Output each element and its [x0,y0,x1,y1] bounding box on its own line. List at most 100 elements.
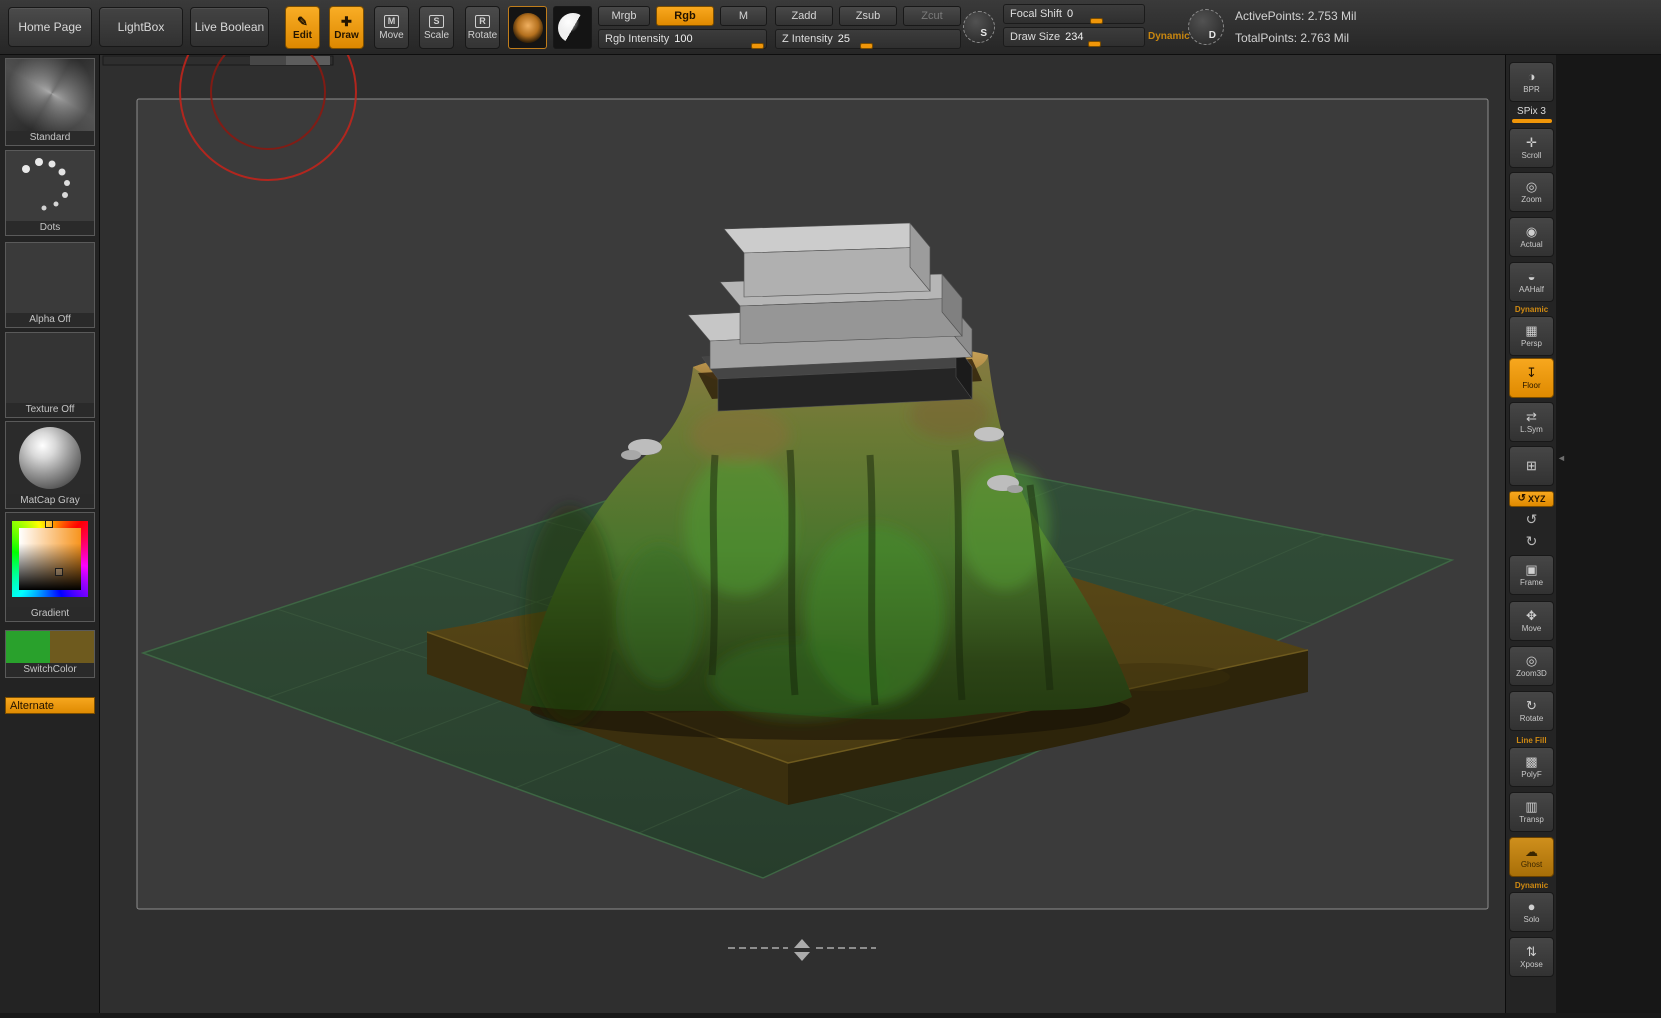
current-brush-thumbnail[interactable] [508,6,547,49]
matcap-sphere-icon [6,422,94,494]
spix-handle[interactable] [1512,119,1552,123]
rgb-intensity-slider[interactable]: Rgb Intensity 100 [598,29,767,49]
local-pivot-button[interactable]: ⊞ [1509,446,1554,486]
edit-button[interactable]: ✎ Edit [285,6,320,49]
home-page-button[interactable]: Home Page [8,7,92,47]
dynamic-label: Dynamic [1148,31,1190,42]
frame-label: Frame [1520,578,1543,587]
alternate-button[interactable]: Alternate [5,697,95,714]
rotate-icon: R [475,15,490,28]
switch-color-widget[interactable]: SwitchColor [5,630,95,678]
saturation-square[interactable] [19,528,81,590]
actual-label: Actual [1520,240,1542,249]
local-pivot-icon: ⊞ [1526,459,1537,473]
transp-button[interactable]: ▥ Transp [1509,792,1554,832]
depth-dial[interactable]: D [1188,9,1224,45]
actual-size-button[interactable]: ◉ Actual [1509,217,1554,257]
scale-icon: S [429,15,444,28]
zoom3d-button[interactable]: ◎ Zoom3D [1509,646,1554,686]
xpose-label: Xpose [1520,960,1543,969]
zcut-button[interactable]: Zcut [903,6,961,26]
ghost-button[interactable]: ☁ Ghost [1509,837,1554,877]
z-intensity-slider[interactable]: Z Intensity 25 [775,29,961,49]
material-picker[interactable]: MatCap Gray [5,421,95,509]
zsub-button[interactable]: Zsub [839,6,897,26]
draw-size-label: Draw Size [1010,31,1060,43]
frame-button[interactable]: ▣ Frame [1509,555,1554,595]
zoom-canvas-button[interactable]: ◎ Zoom [1509,172,1554,212]
scroll-button[interactable]: ✛ Scroll [1509,128,1554,168]
move-canvas-button[interactable]: ✥ Move [1509,601,1554,641]
color-picker[interactable]: Gradient [5,512,95,622]
dots-stroke-label: Dots [6,221,94,235]
focal-shift-label: Focal Shift [1010,8,1062,20]
floor-button[interactable]: ↧ Floor [1509,358,1554,398]
floor-arrow-icon: ↧ [1526,366,1537,380]
rotate-ccw-button[interactable]: ↺ [1509,509,1554,529]
main-color-swatch[interactable] [6,631,50,663]
aahalf-button[interactable]: ◒ AAHalf [1509,262,1554,302]
ghost-label: Ghost [1521,860,1542,869]
persp-dynamic-label: Dynamic [1506,305,1557,314]
edit-icon: ✎ [297,15,308,28]
rgb-button[interactable]: Rgb [656,6,714,26]
rotate-cw-button[interactable]: ↻ [1509,531,1554,551]
zadd-button[interactable]: Zadd [775,6,833,26]
rotate-ccw-icon: ↺ [1526,511,1538,528]
stroke-picker-dots[interactable]: Dots [5,150,95,236]
move-button[interactable]: M Move [374,6,409,49]
rgb-intensity-value: 100 [674,33,692,45]
lsym-button[interactable]: ⇄ L.Sym [1509,402,1554,442]
bpr-button[interactable]: ◑ BPR [1509,62,1554,102]
alpha-off-icon [6,243,94,313]
xpose-button[interactable]: ⇅ Xpose [1509,937,1554,977]
hand-scroll-icon: ✛ [1526,136,1537,150]
z-intensity-value: 25 [838,33,850,45]
solo-button[interactable]: ● Solo [1509,892,1554,932]
viewport-canvas[interactable] [100,55,1505,1013]
hue-ring[interactable] [12,521,88,597]
focal-shift-slider[interactable]: Focal Shift 0 [1003,4,1145,24]
persp-grid-icon: ▦ [1525,324,1537,338]
dots-stroke-icon [6,151,94,221]
draw-size-slider[interactable]: Draw Size 234 [1003,27,1145,47]
total-points-readout: TotalPoints: 2.763 Mil [1235,31,1349,45]
tray-divider-arrow-icon[interactable]: ◄ [1557,453,1566,463]
live-boolean-button[interactable]: Live Boolean [190,7,269,47]
texture-picker[interactable]: Texture Off [5,332,95,418]
lightbox-button[interactable]: LightBox [99,7,183,47]
lsym-arrows-icon: ⇄ [1526,410,1537,424]
xyz-button[interactable]: ↺ XYZ [1509,491,1554,507]
mrgb-button[interactable]: Mrgb [598,6,650,26]
scale-button[interactable]: S Scale [419,6,454,49]
rotate-canvas-button[interactable]: ↻ Rotate [1509,691,1554,731]
stroke-dial[interactable]: S [963,11,995,43]
draw-size-handle[interactable] [1088,41,1101,47]
texture-off-icon [6,333,94,403]
solo-label: Solo [1523,915,1539,924]
color-selector[interactable] [55,568,63,576]
focal-shift-handle[interactable] [1090,18,1103,24]
brush-picker-standard[interactable]: Standard [5,58,95,146]
persp-button[interactable]: ▦ Persp [1509,316,1554,356]
hue-selector[interactable] [45,520,53,528]
bpr-label: BPR [1523,85,1539,94]
m-button[interactable]: M [720,6,767,26]
draw-button[interactable]: ✚ Draw [329,6,364,49]
secondary-color-swatch[interactable] [50,631,94,663]
spix-slider[interactable]: SPix 3 [1509,106,1554,123]
edit-label: Edit [293,30,312,41]
brush-icon [513,13,543,43]
scale-label: Scale [424,30,449,41]
alpha-picker[interactable]: Alpha Off [5,242,95,328]
rgb-intensity-handle[interactable] [751,43,764,49]
zoom3d-label: Zoom3D [1516,669,1547,678]
solo-sphere-icon: ● [1528,900,1536,914]
transp-icon: ▥ [1525,800,1537,814]
aahalf-label: AAHalf [1519,285,1544,294]
rotate-button[interactable]: R Rotate [465,6,500,49]
current-material-thumbnail[interactable] [553,6,592,49]
polyf-button[interactable]: ▩ PolyF [1509,747,1554,787]
z-intensity-handle[interactable] [860,43,873,49]
active-points-readout: ActivePoints: 2.753 Mil [1235,9,1356,23]
